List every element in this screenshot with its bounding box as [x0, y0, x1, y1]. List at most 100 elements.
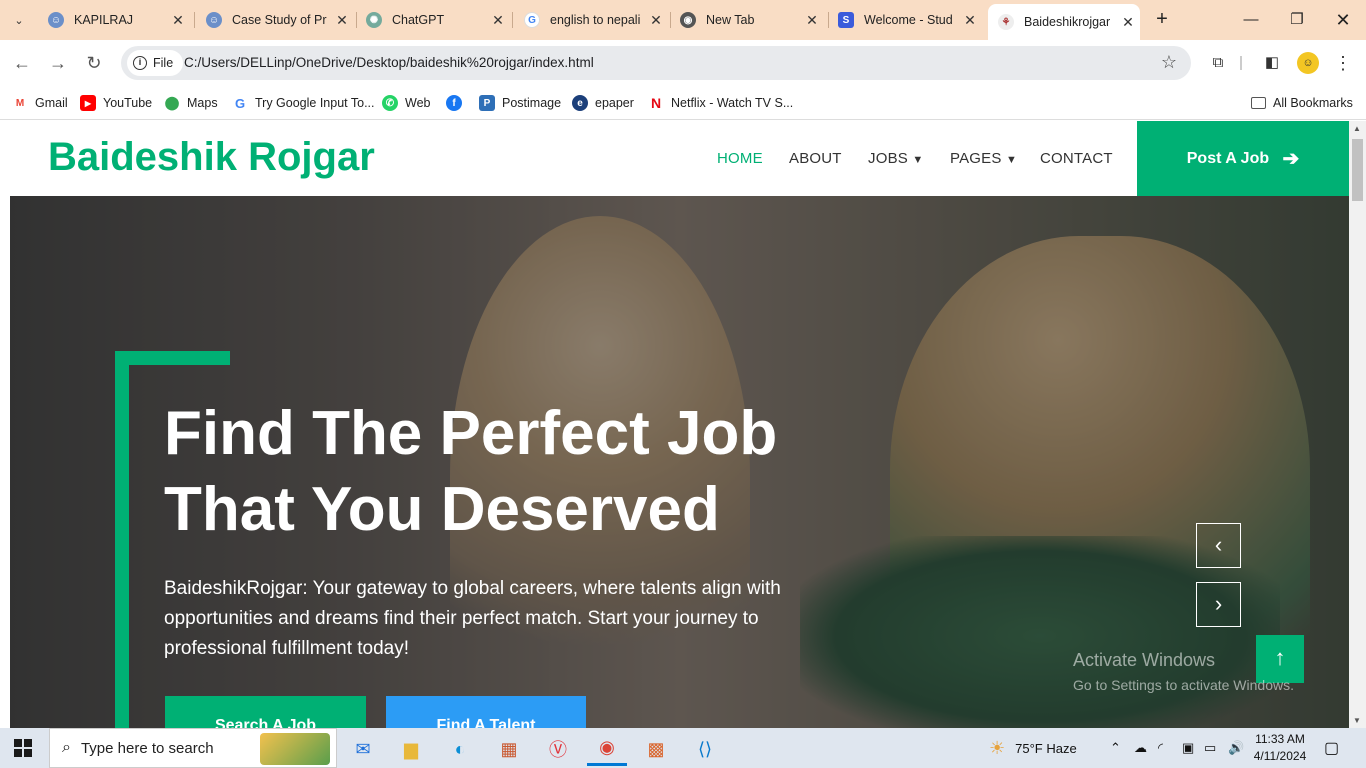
bookmark-whatsapp-web[interactable]: ✆ Web [382, 92, 430, 114]
activate-windows-subtitle: Go to Settings to activate Windows. [1073, 677, 1294, 693]
hero-frame-left [115, 351, 129, 728]
xampp-icon[interactable]: ▩ [636, 732, 676, 766]
close-icon[interactable]: ✕ [1116, 14, 1140, 31]
web-page: Baideshik Rojgar HOME ABOUT JOBS ▼ PAGES… [0, 121, 1349, 728]
mail-icon[interactable]: ✉ [343, 732, 383, 766]
back-button[interactable]: ← [10, 51, 34, 75]
taskbar-search[interactable]: ⌕ Type here to search [49, 728, 337, 768]
tab-new-tab[interactable]: ◉ New Tab ✕ [670, 6, 824, 34]
extensions-icon[interactable]: ⧉ [1207, 52, 1229, 74]
facebook-icon: f [446, 95, 462, 111]
activate-windows-title: Activate Windows [1073, 650, 1216, 670]
close-icon[interactable]: ✕ [958, 12, 982, 29]
scroll-up-icon[interactable]: ▲ [1353, 124, 1361, 133]
close-icon[interactable]: ✕ [166, 12, 190, 29]
search-highlight-image [260, 733, 330, 765]
bookmark-google-input[interactable]: G Try Google Input To... [232, 92, 375, 114]
wifi-icon[interactable]: ◜ [1158, 728, 1163, 768]
bookmark-maps[interactable]: ⬤ Maps [164, 92, 218, 114]
minimize-button[interactable]: — [1236, 6, 1266, 34]
close-icon[interactable]: ✕ [644, 12, 668, 29]
haze-sun-icon: ☀ [989, 737, 1006, 758]
gmail-icon: M [12, 95, 28, 111]
url-text[interactable]: C:/Users/DELLinp/OneDrive/Desktop/baides… [184, 55, 594, 70]
vivaldi-icon[interactable]: Ⓥ [538, 732, 578, 766]
post-job-button[interactable]: Post A Job ➔ [1137, 121, 1349, 196]
hero-title: Find The Perfect Job That You Deserved [164, 399, 778, 544]
search-job-button[interactable]: Search A Job [165, 696, 366, 728]
close-icon[interactable]: ✕ [800, 12, 824, 29]
chevron-down-icon: ▼ [1005, 154, 1018, 166]
tab-english-to-nepali[interactable]: G english to nepali ✕ [514, 6, 668, 34]
vscode-icon[interactable]: ⟨⟩ [685, 732, 725, 766]
whatsapp-icon: ✆ [382, 95, 398, 111]
toolbar-divider [1240, 56, 1242, 70]
chevron-down-icon: ▼ [912, 154, 924, 166]
bookmark-netflix[interactable]: N Netflix - Watch TV S... [648, 92, 793, 114]
profile-avatar[interactable]: ☺ [1297, 52, 1319, 74]
hero-description: BaideshikRojgar: Your gateway to global … [164, 578, 781, 659]
hero-frame-top [115, 351, 230, 365]
bookmarks-bar: M Gmail ▶ YouTube ⬤ Maps G Try Google Input … [0, 86, 1366, 120]
forward-button[interactable]: → [46, 51, 70, 75]
tab-separator [512, 12, 513, 28]
tab-search-icon[interactable]: ⌄ [8, 9, 30, 31]
restore-button[interactable]: ❐ [1282, 6, 1312, 34]
s-icon: S [838, 12, 854, 28]
edge-icon[interactable]: ◐ [440, 732, 480, 766]
weather-widget[interactable]: ☀ 75°F Haze [989, 728, 1077, 768]
folder-icon [1251, 97, 1266, 109]
bookmark-star-icon[interactable]: ☆ [1161, 52, 1177, 73]
system-clock[interactable]: 11:33 AM 4/11/2024 [1252, 731, 1308, 765]
google-icon: G [524, 12, 540, 28]
nav-about[interactable]: ABOUT [789, 150, 842, 167]
page-icon: ⚘ [998, 14, 1014, 30]
close-window-button[interactable]: ✕ [1328, 6, 1358, 34]
tab-strip: ⌄ ☺ KAPILRAJ ✕ ☺ Case Study of Pr ✕ ✺ Ch… [0, 0, 1366, 40]
bookmark-postimage[interactable]: P Postimage [479, 92, 561, 114]
more-menu-icon[interactable]: ⋮ [1332, 52, 1354, 74]
tab-baideshikrojgar[interactable]: ⚘ Baideshikrojgar ✕ [988, 4, 1140, 40]
back-to-top-icon[interactable]: ↑ [1256, 635, 1304, 683]
nav-home[interactable]: HOME [717, 150, 763, 167]
side-panel-icon[interactable]: ◧ [1261, 52, 1283, 74]
search-icon: ⌕ [62, 739, 71, 756]
tab-kapilraj[interactable]: ☺ KAPILRAJ ✕ [38, 6, 190, 34]
new-tab-button[interactable]: + [1150, 8, 1174, 32]
scroll-down-icon[interactable]: ▼ [1353, 716, 1361, 725]
winrar-icon[interactable]: ▦ [489, 732, 529, 766]
scroll-thumb[interactable] [1352, 139, 1363, 201]
meet-icon[interactable]: ▣ [1182, 728, 1194, 768]
all-bookmarks-folder[interactable]: All Bookmarks [1251, 92, 1353, 114]
nav-contact[interactable]: CONTACT [1040, 150, 1113, 167]
tab-chatgpt[interactable]: ✺ ChatGPT ✕ [356, 6, 510, 34]
close-icon[interactable]: ✕ [486, 12, 510, 29]
battery-icon[interactable]: ▭ [1204, 728, 1216, 768]
page-scrollbar[interactable]: ▲ ▼ [1349, 121, 1366, 728]
postimage-icon: P [479, 95, 495, 111]
file-explorer-icon[interactable]: ▆ [391, 732, 431, 766]
windows-taskbar: ⌕ Type here to search ✉ ▆ ◐ ▦ Ⓥ ◉ ▩ ⟨⟩ ☀… [0, 728, 1366, 768]
cloud-icon[interactable]: ☁ [1134, 728, 1147, 768]
windows-start-icon[interactable] [14, 739, 32, 757]
volume-icon[interactable]: 🔊 [1228, 728, 1244, 768]
bookmark-youtube[interactable]: ▶ YouTube [80, 92, 152, 114]
find-talent-button[interactable]: Find A Talent [386, 696, 586, 728]
carousel-next-icon[interactable]: › [1196, 582, 1241, 627]
nav-pages[interactable]: PAGES ▼ [950, 150, 1017, 167]
bookmark-gmail[interactable]: M Gmail [12, 92, 68, 114]
address-bar[interactable]: i File C:/Users/DELLinp/OneDrive/Desktop… [121, 46, 1191, 80]
reload-button[interactable]: ↻ [82, 51, 106, 75]
bookmark-facebook[interactable]: f [446, 92, 469, 114]
chrome-taskbar-icon[interactable]: ◉ [587, 732, 627, 766]
nav-jobs[interactable]: JOBS ▼ [868, 150, 923, 167]
site-info-chip[interactable]: i File [127, 50, 184, 76]
show-hidden-icons[interactable]: ⌃ [1110, 728, 1121, 768]
bookmark-epaper[interactable]: e epaper [572, 92, 634, 114]
carousel-prev-icon[interactable]: ‹ [1196, 523, 1241, 568]
tab-welcome-stud[interactable]: S Welcome - Stud ✕ [828, 6, 982, 34]
site-logo[interactable]: Baideshik Rojgar [48, 135, 375, 180]
notifications-icon[interactable]: ▢ [1324, 728, 1339, 768]
tab-case-study[interactable]: ☺ Case Study of Pr ✕ [196, 6, 354, 34]
close-icon[interactable]: ✕ [330, 12, 354, 29]
